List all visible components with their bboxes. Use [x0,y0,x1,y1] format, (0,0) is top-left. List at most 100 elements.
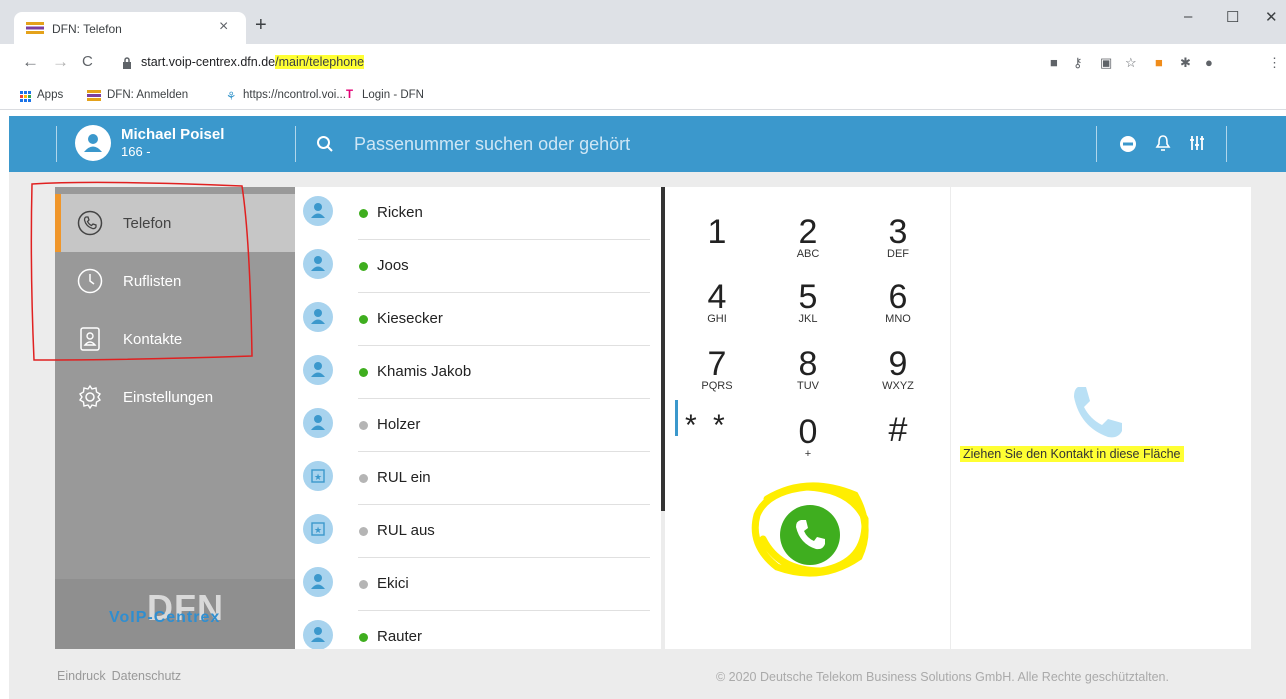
status-online-dot [359,262,368,271]
bookmark-apps[interactable]: Apps [37,89,63,101]
footer-link-datenschutz[interactable]: Datenschutz [112,669,181,683]
drop-zone[interactable]: Ziehen Sie den Kontakt in diese Fläche [951,187,1251,649]
status-online-dot [359,315,368,324]
list-item[interactable]: Ekici [295,558,661,611]
dial-key-star[interactable]: * * [685,409,755,443]
star-box-icon: ★ [311,522,325,536]
forward-icon[interactable]: → [52,52,69,72]
maximize-icon[interactable]: ☐ [1226,8,1239,26]
sidebar-item-einstellungen[interactable]: Einstellungen [55,368,295,426]
list-item[interactable]: ★ RUL ein [295,452,661,505]
lock-icon [123,57,131,69]
contact-avatar [303,567,333,597]
bookmark-login-dfn[interactable]: Login - DFN [362,89,424,101]
gear-icon [79,384,101,410]
dfn-favicon-icon [87,90,101,101]
person-icon [311,203,325,218]
contact-avatar [303,302,333,332]
dial-key-0[interactable]: 0 + [778,415,838,460]
list-item[interactable]: Kiesecker [295,293,661,346]
dial-key-7[interactable]: 7 PQRS [687,347,747,392]
dial-key-6[interactable]: 6 MNO [868,280,928,325]
contact-avatar [303,355,333,385]
window-close-icon[interactable]: ✕ [1265,8,1278,26]
search-icon[interactable] [316,135,334,153]
address-bar[interactable]: start.voip-centrex.dfn.de/main/telephone [110,48,1270,78]
contact-name: Ekici [377,575,409,592]
list-item[interactable]: Holzer [295,399,661,452]
menu-icon[interactable]: ⋮ [1268,55,1281,71]
dialpad: 1 2 ABC 3 DEF 4 GHI 5 JKL 6 MNO 7 PQRS 8 TUV 9W… [665,187,950,649]
tab-title: DFN: Telefon [52,22,122,36]
dial-key-1[interactable]: 1 [687,215,747,249]
footer-links: Eindruck Datenschutz [57,669,187,683]
camera-icon[interactable]: ■ [1050,55,1058,70]
minimize-icon[interactable]: – [1184,8,1192,25]
feature-avatar: ★ [303,514,333,544]
profile-icon[interactable]: ● [1205,55,1213,70]
status-offline-dot [359,474,368,483]
list-item[interactable]: Ricken [295,187,661,240]
dial-key-5[interactable]: 5 JKL [778,280,838,325]
key-icon[interactable]: ⚷ [1073,55,1083,71]
red-annotation-outline [30,181,253,361]
header-separator [295,126,296,162]
dial-key-hash[interactable]: # [868,413,928,447]
contact-avatar [303,620,333,649]
person-icon [311,362,325,377]
contact-name: Rauter [377,628,423,645]
contact-name: Khamis Jakob [377,363,472,380]
dial-key-2[interactable]: 2 ABC [778,215,838,260]
list-item[interactable]: ★ RUL aus [295,505,661,558]
footer-link-impressum[interactable]: Eindruck [57,669,106,683]
contact-name: Kiesecker [377,310,443,327]
star-box-icon: ★ [311,469,325,483]
apps-grid-icon [20,91,31,102]
browser-chrome: DFN: Telefon × + – ☐ ✕ ← → C start.voip-… [0,0,1286,116]
new-tab-icon[interactable]: + [255,14,267,37]
status-online-dot [359,368,368,377]
back-icon[interactable]: ← [22,52,39,72]
person-icon [311,574,325,589]
search-input[interactable]: Passenummer suchen oder gehört [354,134,630,155]
tab-close-icon[interactable]: × [219,18,228,36]
list-item[interactable]: Rauter [295,611,661,649]
telekom-favicon-icon: T [346,89,354,101]
do-not-disturb-icon[interactable] [1119,135,1137,153]
status-online-dot [359,633,368,642]
translate-icon[interactable]: ▣ [1100,55,1112,71]
status-online-dot [359,209,368,218]
bookmarks-bar: Apps DFN: Anmelden ⚘ https://ncontrol.vo… [0,82,1286,110]
bookmark-ncontrol[interactable]: https://ncontrol.voi... [243,89,346,101]
contact-list: Ricken Joos Kiesecker Khamis Jakob Holze… [295,187,661,649]
contact-name: RUL ein [377,469,431,486]
bell-icon[interactable] [1155,134,1171,152]
status-offline-dot [359,580,368,589]
dial-key-3[interactable]: 3 DEF [868,215,928,260]
header-separator [1096,126,1097,162]
list-item[interactable]: Joos [295,240,661,293]
app-header: Michael Poisel 166 - Passenummer suchen … [9,116,1286,172]
puzzle-icon[interactable]: ✱ [1180,55,1191,71]
call-button[interactable] [780,505,840,565]
contact-name: RUL aus [377,522,435,539]
bookmark-dfn-anmelden[interactable]: DFN: Anmelden [107,89,188,101]
header-separator [56,126,57,162]
reload-icon[interactable]: C [82,53,93,70]
equalizer-settings-icon[interactable] [1188,134,1206,152]
phone-handset-icon [796,520,825,550]
feature-avatar: ★ [303,461,333,491]
user-icon [84,134,102,152]
dial-key-8[interactable]: 8 TUV [778,347,838,392]
user-avatar[interactable] [75,125,111,161]
browser-toolbar: ← → C start.voip-centrex.dfn.de/main/tel… [0,44,1286,82]
dial-key-4[interactable]: 4 GHI [687,280,747,325]
extension-icon[interactable]: ■ [1155,55,1163,70]
contact-avatar [303,196,333,226]
url-path-highlight: /main/telephone [275,55,365,69]
list-item[interactable]: Khamis Jakob [295,346,661,399]
browser-tab[interactable]: DFN: Telefon × [14,12,246,44]
dial-key-9[interactable]: 9 WXYZ [868,347,928,392]
star-icon[interactable]: ☆ [1125,55,1137,71]
user-name: Michael Poisel [121,126,225,143]
